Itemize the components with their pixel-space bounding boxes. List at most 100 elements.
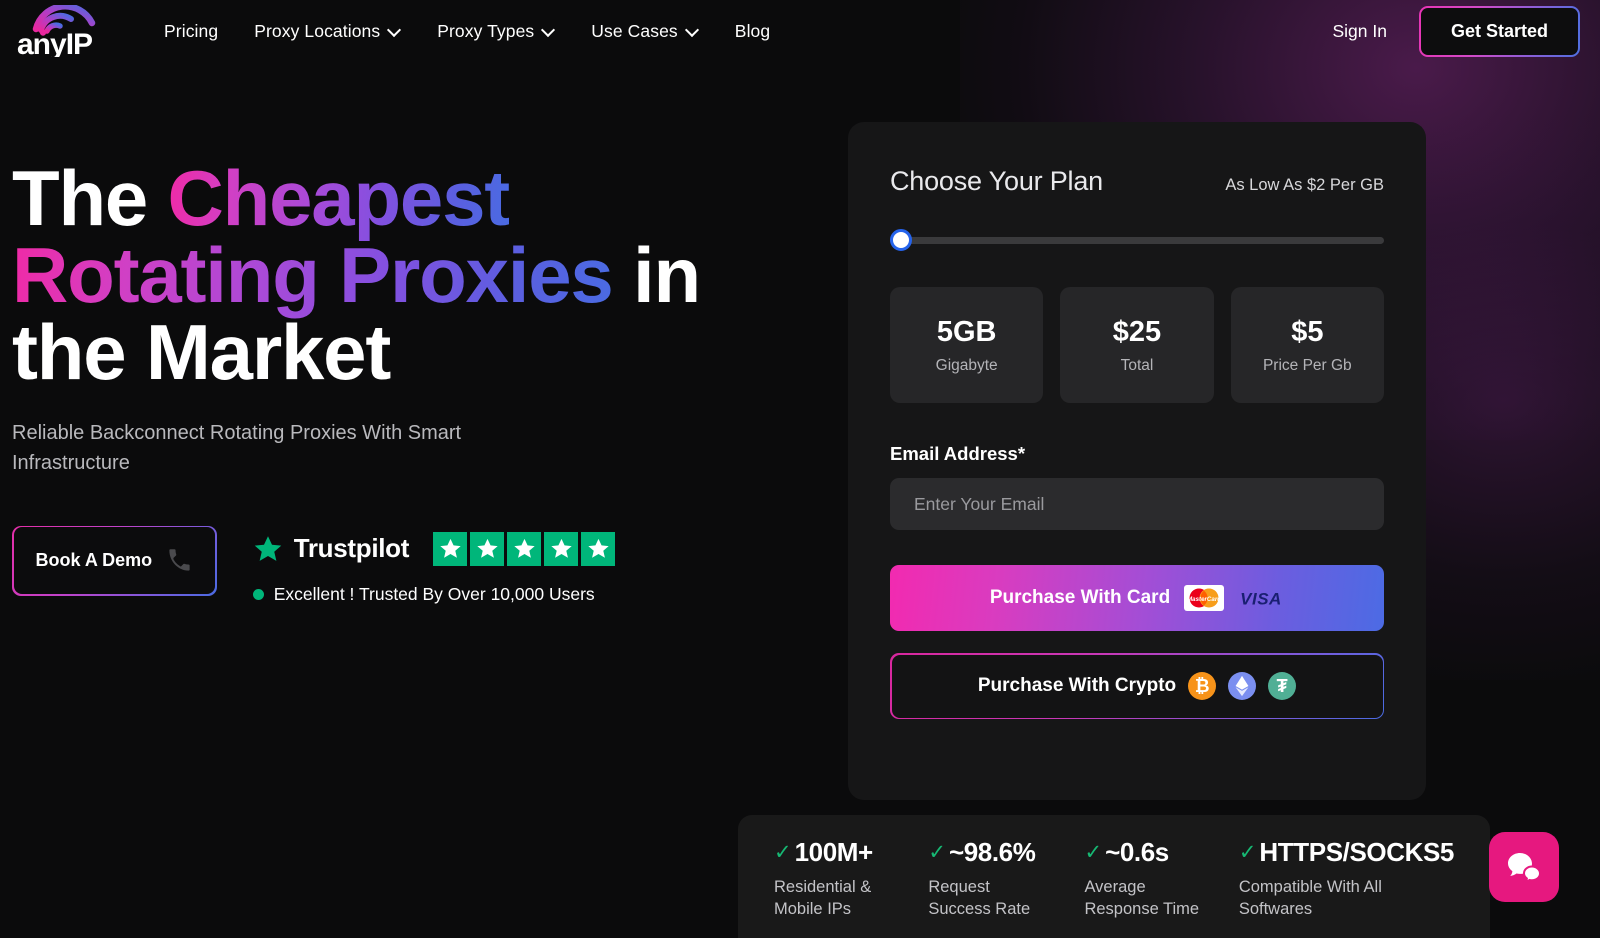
- book-a-demo-button[interactable]: Book A Demo: [12, 525, 217, 596]
- headline-rotating-proxies: Rotating Proxies: [12, 231, 614, 320]
- stat-desc: Request Success Rate: [928, 878, 1031, 919]
- nav-link-use-cases[interactable]: Use Cases: [591, 21, 699, 42]
- nav-link-label: Pricing: [164, 20, 219, 41]
- stat-item-top: ✓ ~98.6%: [928, 837, 1064, 868]
- stat-desc: Residential & Mobile IPs: [774, 878, 872, 919]
- plan-title: Choose Your Plan: [890, 166, 1103, 196]
- purchase-with-crypto-button[interactable]: Purchase With Crypto ₿ ₮: [890, 653, 1384, 719]
- slider-track[interactable]: [890, 237, 1384, 244]
- purchase-with-crypto-label: Purchase With Crypto: [977, 675, 1177, 696]
- check-icon: ✓: [774, 841, 792, 864]
- nav-link-label: Proxy Types: [437, 20, 535, 41]
- tether-icon: ₮: [1268, 672, 1297, 700]
- trustpilot-star-3: [507, 531, 542, 566]
- stat-item-top: ✓ 100M+: [774, 837, 908, 868]
- trustpilot-rating-text: Excellent ! Trusted By Over 10,000 Users: [273, 583, 595, 604]
- purchase-with-card-button[interactable]: Purchase With Card MasterCard VISA: [890, 565, 1384, 631]
- status-dot-icon: [252, 588, 264, 600]
- plan-box-label: Gigabyte: [935, 356, 998, 374]
- star-icon: [254, 535, 281, 561]
- nav-link-pricing[interactable]: Pricing: [164, 21, 218, 42]
- nav-links: Pricing Proxy Locations Proxy Types Use …: [164, 21, 770, 42]
- nav-link-proxy-locations[interactable]: Proxy Locations: [254, 21, 401, 42]
- nav-link-blog[interactable]: Blog: [735, 21, 770, 42]
- email-field[interactable]: [890, 478, 1384, 530]
- visa-icon: VISA: [1240, 590, 1282, 609]
- stat-value: ~0.6s: [1105, 837, 1169, 867]
- bitcoin-glyph: ₿: [1194, 676, 1210, 696]
- nav-link-label: Proxy Locations: [254, 20, 381, 41]
- nav-link-proxy-types[interactable]: Proxy Types: [437, 21, 555, 42]
- stat-desc: Average Response Time: [1084, 878, 1200, 919]
- plan-header: Choose Your Plan As Low As $2 Per GB: [890, 166, 1384, 197]
- nav-actions: Sign In Get Started: [1332, 5, 1580, 57]
- plan-box-value: 5GB: [936, 315, 997, 348]
- stat-desc: Compatible With All Softwares: [1238, 878, 1382, 919]
- stat-item-top: ✓ ~0.6s: [1084, 837, 1218, 868]
- stat-item-protocols: ✓ HTTPS/SOCKS5 Compatible With All Softw…: [1238, 837, 1455, 938]
- hero-section: The Cheapest Rotating Proxies in the Mar…: [12, 159, 732, 605]
- landing-page: anyIP Pricing Proxy Locations Proxy Type…: [0, 0, 1600, 938]
- nav-link-label: Blog: [734, 20, 771, 41]
- purchase-with-card-label: Purchase With Card: [989, 587, 1171, 608]
- plan-box-value: $25: [1112, 315, 1162, 348]
- chat-bubbles-icon: [1508, 853, 1542, 884]
- mastercard-icon: MasterCard: [1184, 585, 1225, 611]
- chat-widget-button[interactable]: [1489, 832, 1559, 902]
- trustpilot-rating-row: Excellent ! Trusted By Over 10,000 Users: [252, 583, 615, 605]
- plan-box-label: Total: [1120, 356, 1154, 374]
- anyip-cloud-wifi-logo-icon: anyIP: [17, 5, 96, 57]
- chevron-down-icon: [388, 24, 401, 37]
- get-started-label: Get Started: [1420, 7, 1578, 55]
- headline-in: in: [612, 231, 701, 320]
- stats-panel: ✓ 100M+ Residential & Mobile IPs ✓ ~98.6…: [738, 815, 1490, 938]
- plan-box-gigabyte: 5GB Gigabyte: [890, 287, 1044, 403]
- plan-stat-boxes: 5GB Gigabyte $25 Total $5 Price Per Gb: [890, 287, 1384, 403]
- purchase-with-crypto-inner: Purchase With Crypto ₿ ₮: [891, 654, 1383, 718]
- trustpilot-star-2: [470, 531, 505, 566]
- headline-cheapest: Cheapest: [167, 154, 511, 242]
- headline-the: The: [12, 154, 168, 242]
- chevron-down-icon: [686, 24, 699, 37]
- tether-glyph: ₮: [1276, 676, 1288, 696]
- svg-text:VISA: VISA: [1240, 590, 1282, 609]
- trustpilot-star-4: [544, 531, 579, 566]
- navbar: anyIP Pricing Proxy Locations Proxy Type…: [0, 0, 1600, 62]
- ethereum-icon: [1228, 672, 1257, 700]
- nav-link-label: Use Cases: [591, 20, 678, 41]
- plan-box-label: Price Per Gb: [1262, 356, 1352, 374]
- check-icon: ✓: [1084, 841, 1103, 864]
- get-started-button[interactable]: Get Started: [1418, 5, 1580, 57]
- plan-box-price-per-gb: $5 Price Per Gb: [1230, 287, 1384, 403]
- plan-price-note: As Low As $2 Per GB: [1225, 176, 1384, 194]
- trustpilot-stars: [433, 531, 616, 566]
- slider-thumb[interactable]: [890, 229, 912, 251]
- chevron-down-icon: [542, 24, 555, 37]
- email-field-label: Email Address*: [890, 443, 1026, 464]
- trustpilot-star-5: [581, 531, 616, 566]
- book-a-demo-label: Book A Demo: [35, 550, 153, 571]
- plan-size-slider[interactable]: [890, 229, 1384, 251]
- stat-value: 100M+: [794, 837, 874, 867]
- trustpilot-header: Trustpilot: [253, 531, 616, 566]
- plan-box-value: $5: [1291, 315, 1324, 348]
- plan-card: Choose Your Plan As Low As $2 Per GB 5GB…: [848, 122, 1426, 800]
- stat-item-success-rate: ✓ ~98.6% Request Success Rate: [928, 837, 1064, 938]
- headline-the-market: the Market: [12, 308, 391, 397]
- hero-subhead: Reliable Backconnect Rotating Proxies Wi…: [12, 421, 462, 474]
- check-icon: ✓: [928, 841, 946, 864]
- stat-value: ~98.6%: [948, 837, 1036, 867]
- brand-logo[interactable]: anyIP: [14, 3, 114, 59]
- book-a-demo-inner: Book A Demo: [13, 527, 216, 595]
- plan-box-total: $25 Total: [1060, 287, 1214, 403]
- stat-value: HTTPS/SOCKS5: [1259, 837, 1454, 867]
- bitcoin-icon: ₿: [1188, 672, 1217, 700]
- sign-in-link[interactable]: Sign In: [1332, 21, 1386, 42]
- page-title: The Cheapest Rotating Proxies in the Mar…: [12, 159, 732, 392]
- stat-item-response-time: ✓ ~0.6s Average Response Time: [1084, 837, 1218, 938]
- svg-text:MasterCard: MasterCard: [1187, 596, 1221, 603]
- svg-text:anyIP: anyIP: [17, 28, 92, 57]
- stat-item-ips: ✓ 100M+ Residential & Mobile IPs: [774, 837, 908, 938]
- trustpilot-star-1: [433, 531, 468, 566]
- phone-icon: [169, 549, 190, 571]
